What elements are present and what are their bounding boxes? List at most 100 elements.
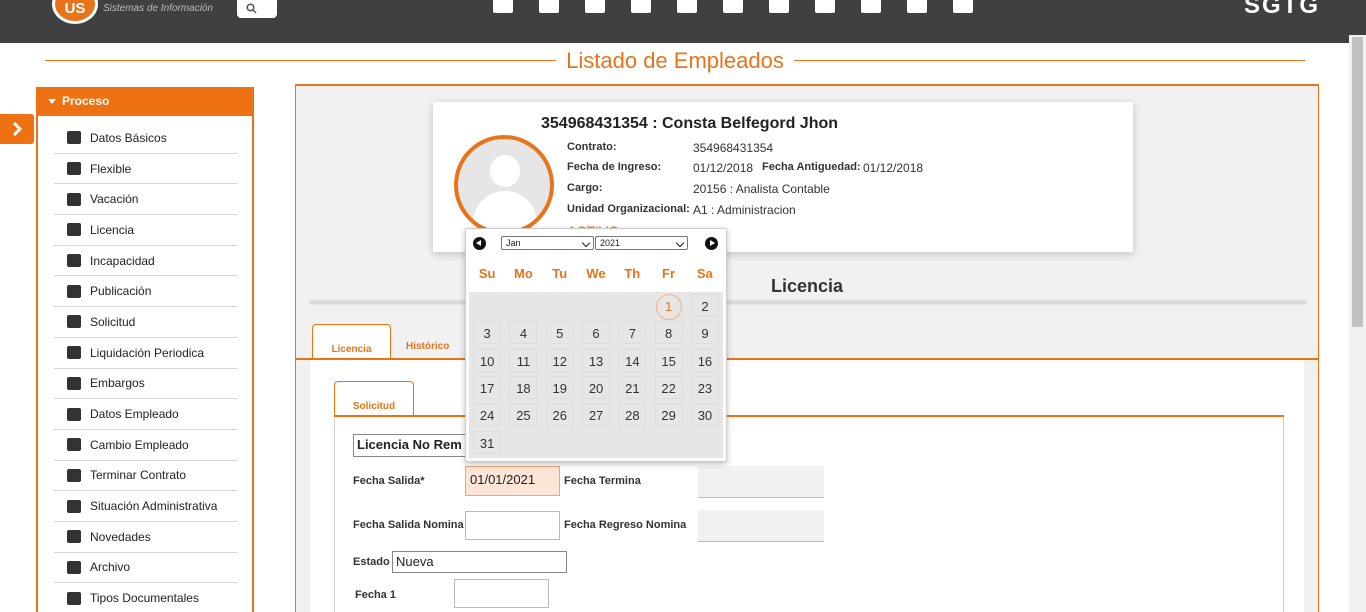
calendar-day[interactable]: 25	[509, 403, 538, 427]
calendar-day[interactable]: 6	[582, 321, 611, 345]
calendar-day[interactable]: 10	[473, 348, 502, 372]
logo-text: US	[64, 0, 86, 17]
calendar-day[interactable]: 26	[545, 403, 574, 427]
history-icon[interactable]	[715, 0, 751, 16]
antiguedad-label: Fecha Antiguedad:	[762, 161, 861, 173]
calendar-day[interactable]: 15	[654, 348, 683, 372]
pen-icon	[66, 284, 82, 299]
transfer-icon[interactable]	[669, 0, 705, 16]
sidebar-item-tipos-documentales[interactable]: Tipos Documentales	[54, 583, 238, 612]
company-logo[interactable]: US	[52, 0, 98, 24]
folder-open-icon	[66, 591, 82, 606]
calendar-day[interactable]: 7	[618, 321, 647, 345]
sidebar-list: Datos Básicos Flexible Vacación Licencia Inc…	[54, 123, 238, 612]
calendar-day[interactable]: 11	[509, 348, 538, 372]
calendar-day[interactable]: 20	[582, 375, 611, 399]
sidebar-item-incapacidad[interactable]: Incapacidad	[54, 246, 238, 277]
calendar-day[interactable]: 1	[655, 294, 682, 320]
logo-caption: Sistemas de Información	[103, 3, 214, 14]
user-change-icon	[66, 437, 82, 452]
calendar-day[interactable]: 29	[654, 403, 683, 427]
calendar-day[interactable]: 31	[473, 430, 502, 454]
easel-icon[interactable]	[807, 0, 843, 16]
sidebar-item-situaci-n-administrativa[interactable]: Situación Administrativa	[54, 491, 238, 522]
sidebar-item-novedades[interactable]: Novedades	[54, 522, 238, 553]
tab-licencia[interactable]: Licencia	[312, 324, 391, 360]
edit-icon[interactable]	[485, 0, 521, 16]
sidebar-item-terminar-contrato[interactable]: Terminar Contrato	[54, 461, 238, 492]
calendar-day[interactable]: 12	[545, 348, 574, 372]
calendar-day[interactable]: 5	[545, 321, 574, 345]
date-picker[interactable]: Jan 2021 Su Mo Tu We Th Fr Sa 1 2 3 4 5 6 7 8 9 10 11 12 1…	[465, 228, 727, 462]
calendar-day[interactable]: 3	[473, 321, 502, 345]
sidebar-item-datos-empleado[interactable]: Datos Empleado	[54, 399, 238, 430]
calendar-day[interactable]: 23	[690, 375, 719, 399]
org-chart-icon-glyph	[631, 0, 651, 13]
tab-panel: Solicitud Licencia No Rem Fecha Salida* …	[310, 360, 1304, 612]
calendar-day[interactable]: 2	[690, 294, 719, 317]
calendar-day[interactable]: 27	[582, 403, 611, 427]
top-bar: US Sistemas de Información SGTG	[0, 0, 1366, 43]
estado-input[interactable]: Nueva	[392, 551, 567, 573]
search-button[interactable]	[237, 0, 277, 18]
prev-month-icon[interactable]	[473, 237, 486, 250]
weekday-label: Fr	[662, 266, 676, 281]
sidebar-item-archivo[interactable]: Archivo	[54, 553, 238, 584]
calendar-day[interactable]: 13	[582, 348, 611, 372]
sidebar-item-vacaci-n[interactable]: Vacación	[54, 184, 238, 216]
next-month-icon[interactable]	[705, 237, 718, 250]
subtab-solicitud[interactable]: Solicitud	[334, 381, 414, 417]
users-icon[interactable]	[945, 0, 981, 16]
fecha-termina-input[interactable]	[698, 466, 824, 498]
download-icon	[66, 345, 82, 360]
comment-icon	[66, 529, 82, 544]
calendar-day[interactable]: 22	[654, 375, 683, 399]
weekday-header: Su Mo Tu We Th Fr Sa	[469, 266, 723, 281]
settings-icon[interactable]	[853, 0, 889, 16]
sidebar-item-publicaci-n[interactable]: Publicación	[54, 276, 238, 308]
unidad-label: Unidad Organizacional:	[567, 203, 690, 215]
calendar-day[interactable]: 4	[509, 321, 538, 345]
org-chart-icon[interactable]	[623, 0, 659, 16]
calendar-day[interactable]: 16	[690, 348, 719, 372]
document-icon[interactable]	[761, 0, 797, 16]
sidebar-item-cambio-empleado[interactable]: Cambio Empleado	[54, 430, 238, 461]
calendar-day[interactable]: 9	[690, 321, 719, 345]
sidebar-item-liquidaci-n-periodica[interactable]: Liquidación Periodica	[54, 338, 238, 369]
location-icon[interactable]	[899, 0, 935, 16]
fecha1-input[interactable]	[454, 579, 549, 608]
id-card-icon	[66, 407, 82, 422]
calendar-day[interactable]: 21	[618, 375, 647, 399]
year-select[interactable]: 2021	[595, 236, 688, 250]
calendar-day[interactable]: 14	[618, 348, 647, 372]
calendar-day[interactable]: 17	[473, 375, 502, 399]
license-type-select[interactable]: Licencia No Rem	[353, 434, 483, 457]
calendar-day[interactable]: 18	[509, 375, 538, 399]
page-scrollbar[interactable]	[1349, 35, 1366, 612]
tab-historico[interactable]: Histórico	[406, 341, 449, 352]
calendar-day[interactable]: 8	[654, 321, 683, 345]
month-select[interactable]: Jan	[501, 236, 594, 250]
contract-value: 354968431354	[693, 141, 774, 155]
team-icon[interactable]	[531, 0, 567, 16]
sidebar-item-embargos[interactable]: Embargos	[54, 369, 238, 400]
sidebar-item-licencia[interactable]: Licencia	[54, 215, 238, 246]
fecha-regreso-nomina-input[interactable]	[698, 510, 824, 542]
scrollbar-thumb[interactable]	[1352, 37, 1363, 327]
sidebar-header[interactable]: Proceso	[38, 87, 252, 116]
fecha-salida-nomina-input[interactable]	[465, 511, 560, 540]
calendar-day[interactable]: 30	[690, 403, 719, 427]
calendar-day[interactable]: 19	[545, 375, 574, 399]
document-icon-glyph	[769, 0, 789, 13]
sidebar-item-flexible[interactable]: Flexible	[54, 154, 238, 185]
sidebar-item-datos-b-sicos[interactable]: Datos Básicos	[54, 123, 238, 154]
sidebar-item-label: Tipos Documentales	[90, 591, 199, 606]
transfer-icon-glyph	[677, 0, 697, 13]
calendar-day[interactable]: 28	[618, 403, 647, 427]
sidebar-toggle-button[interactable]	[0, 114, 34, 144]
columns-icon[interactable]	[577, 0, 613, 16]
sidebar-item-solicitud[interactable]: Solicitud	[54, 307, 238, 338]
fecha-salida-input[interactable]: 01/01/2021	[465, 466, 560, 496]
users-icon-glyph	[953, 0, 973, 13]
calendar-day[interactable]: 24	[473, 403, 502, 427]
